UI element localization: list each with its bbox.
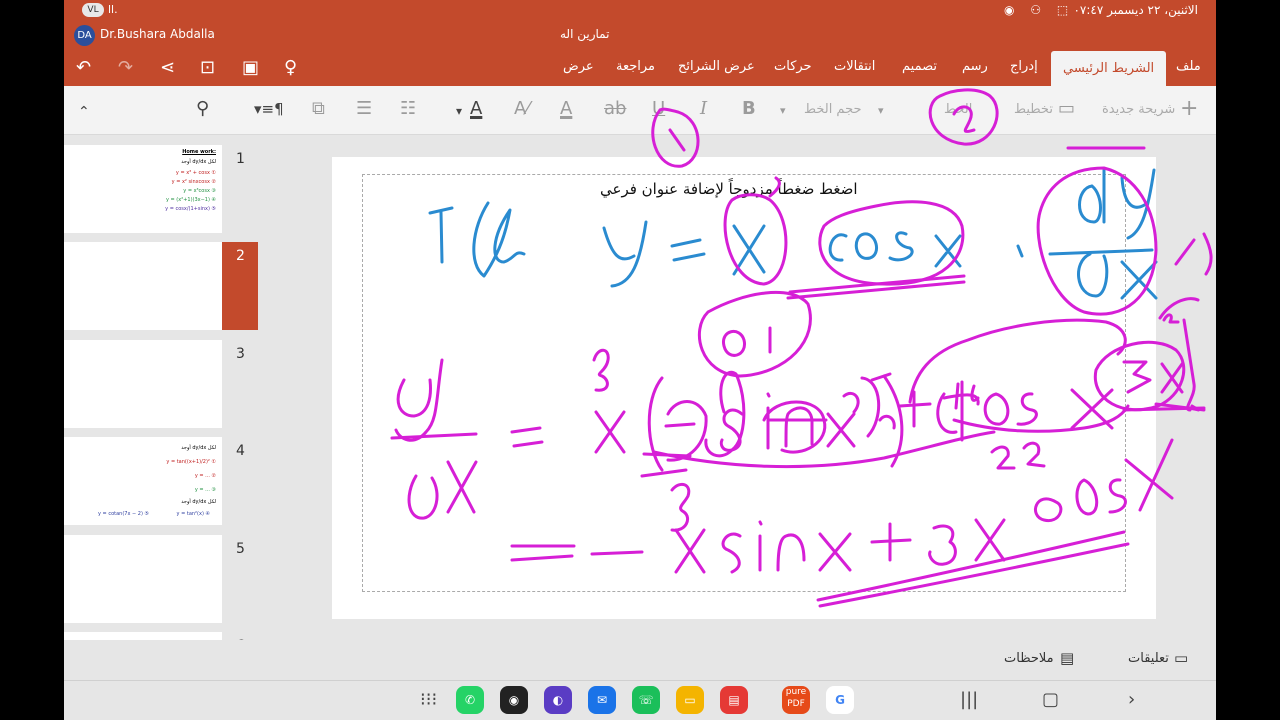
tab-review[interactable]: مراجعة bbox=[616, 59, 655, 74]
browser-icon[interactable]: ◐ bbox=[544, 686, 572, 714]
tab-animations[interactable]: حركات bbox=[774, 59, 812, 74]
title-bar: DA Dr.Bushara Abdalla تمارين اله bbox=[64, 22, 1216, 48]
status-bar: VL ll. ◉ ⚇ ⬚ الاثنين، ٢٢ ديسمبر ٠٧:٤٧ bbox=[64, 0, 1216, 22]
font-size-field[interactable]: حجم الخط bbox=[804, 102, 862, 117]
avatar[interactable]: DA bbox=[74, 25, 95, 46]
slide-thumbnail-4[interactable]: أوجد dy/dx لكل y = tan((x+1)/2)² ① y = .… bbox=[64, 437, 222, 525]
home-icon[interactable]: ▢ bbox=[1042, 689, 1059, 710]
font-name-field[interactable]: الخط bbox=[944, 102, 972, 117]
slide-thumbnails-panel: Home work: أوجد dy/dx لكل y = x³ + cosx … bbox=[64, 135, 272, 680]
slide-number: 5 bbox=[236, 541, 245, 557]
slide-canvas[interactable] bbox=[332, 157, 1156, 619]
layout-button[interactable]: تخطيط bbox=[1014, 102, 1053, 117]
thumb-text: أوجد dy/dx لكل bbox=[181, 159, 216, 165]
thumb-text: أوجد dy/dx لكل bbox=[181, 499, 216, 505]
slide-thumbnail-2[interactable] bbox=[64, 242, 222, 330]
thumb-text: y = x² sinxcosx ② bbox=[171, 179, 216, 185]
paragraph-icon[interactable]: ▾≡¶ bbox=[254, 100, 284, 118]
thumb-text: y = cotan(7x − 2) ⑤ bbox=[98, 511, 149, 517]
strikethrough-button[interactable]: ab bbox=[604, 98, 626, 119]
apps-grid-icon[interactable]: ⁝⁝⁝ bbox=[420, 689, 437, 710]
highlight-button[interactable]: A bbox=[560, 98, 572, 119]
tab-draw[interactable]: رسم bbox=[962, 59, 988, 74]
thumb-text: Home work: bbox=[182, 149, 216, 155]
font-color-dropdown-icon[interactable]: ▾ bbox=[456, 104, 462, 118]
tab-view[interactable]: عرض bbox=[563, 59, 594, 74]
new-slide-button[interactable]: شريحة جديدة bbox=[1102, 102, 1175, 117]
subtitle-placeholder-box[interactable] bbox=[362, 174, 1126, 592]
notes-button[interactable]: ملاحظات bbox=[1004, 651, 1054, 666]
slide-number: 4 bbox=[236, 443, 245, 459]
thumb-text: y = (x²+1)(3x−1) ④ bbox=[165, 197, 216, 203]
shapes-icon[interactable]: ⧉ bbox=[312, 98, 325, 119]
camera-icon[interactable]: ◉ bbox=[500, 686, 528, 714]
slide-thumbnail-3[interactable] bbox=[64, 340, 222, 428]
comment-icon[interactable]: ▭ bbox=[1174, 649, 1188, 667]
system-icons: ◉ ⚇ ⬚ bbox=[1004, 3, 1075, 17]
thumb-text: أوجد dy/dx لكل bbox=[181, 445, 216, 451]
thumb-text: y = tan((x+1)/2)² ① bbox=[166, 459, 216, 465]
thumb-text: y = ... ② bbox=[194, 473, 216, 479]
tab-file[interactable]: ملف bbox=[1176, 59, 1201, 74]
slide-number: 3 bbox=[236, 346, 245, 362]
thumb-text: y = tan²(x) ④ bbox=[176, 511, 210, 517]
thumb-text: y = cosx/(1+sinx) ⑤ bbox=[165, 206, 216, 212]
bold-button[interactable]: B bbox=[742, 98, 756, 119]
signal-icon: ll. bbox=[108, 3, 118, 16]
plus-icon[interactable]: + bbox=[1180, 96, 1198, 121]
tab-transitions[interactable]: انتقالات bbox=[834, 59, 875, 74]
font-dropdown-icon[interactable]: ▾ bbox=[878, 104, 884, 117]
phone-icon[interactable]: ☏ bbox=[632, 686, 660, 714]
lightbulb-icon[interactable]: ♀ bbox=[284, 57, 297, 78]
thumb-text: y = x³ + cosx ① bbox=[175, 170, 216, 176]
recents-icon[interactable]: ||| bbox=[960, 689, 978, 710]
thumb-text: y = x³cosx ③ bbox=[183, 188, 216, 194]
bullets-icon[interactable]: ☷ bbox=[400, 98, 416, 119]
clock: الاثنين، ٢٢ ديسمبر ٠٧:٤٧ bbox=[1073, 3, 1198, 17]
layout-icon[interactable]: ▭ bbox=[1058, 98, 1075, 119]
search-icon[interactable]: ⚲ bbox=[196, 98, 209, 119]
tab-design[interactable]: تصميم bbox=[902, 59, 937, 74]
office-icon[interactable]: ▤ bbox=[720, 686, 748, 714]
font-color-button[interactable]: A bbox=[470, 98, 482, 119]
collapse-chevron-icon[interactable]: ⌃ bbox=[78, 104, 90, 120]
thumb-text: y = ... ③ bbox=[194, 487, 216, 493]
whatsapp-icon[interactable]: ✆ bbox=[456, 686, 484, 714]
slide-thumbnail-5[interactable] bbox=[64, 535, 222, 623]
document-title[interactable]: تمارين اله bbox=[560, 27, 609, 41]
app-window: VL ll. ◉ ⚇ ⬚ الاثنين، ٢٢ ديسمبر ٠٧:٤٧ DA… bbox=[64, 0, 1216, 720]
notes-bar: ملاحظات ▤ تعليقات ▭ bbox=[64, 640, 1216, 680]
align-icon[interactable]: ☰ bbox=[356, 98, 372, 119]
files-icon[interactable]: ▭ bbox=[676, 686, 704, 714]
slide-number: 2 bbox=[236, 248, 245, 264]
back-icon[interactable]: › bbox=[1128, 689, 1135, 710]
font-size-dropdown-icon[interactable]: ▾ bbox=[780, 104, 786, 117]
underline-button[interactable]: U bbox=[652, 98, 665, 119]
redo-icon[interactable]: ↷ bbox=[118, 57, 133, 78]
save-icon[interactable]: ▣ bbox=[242, 57, 259, 78]
tab-insert[interactable]: إدراج bbox=[1010, 59, 1038, 74]
undo-icon[interactable]: ↶ bbox=[76, 57, 91, 78]
notes-icon[interactable]: ▤ bbox=[1060, 649, 1074, 667]
pure-pdf-icon[interactable]: pure PDF bbox=[782, 686, 810, 714]
user-name[interactable]: Dr.Bushara Abdalla bbox=[100, 27, 215, 41]
toolbar: ⌃ ⚲ ▾≡¶ ⧉ ☰ ☷ ▾ A A⁄ A ab U I B ▾ حجم ال… bbox=[64, 86, 1216, 135]
status-badge: VL bbox=[82, 3, 104, 17]
messages-icon[interactable]: ✉ bbox=[588, 686, 616, 714]
share-icon[interactable]: ⋖ bbox=[160, 57, 175, 78]
slide-number: 1 bbox=[236, 151, 245, 167]
slide-thumbnail-1[interactable]: Home work: أوجد dy/dx لكل y = x³ + cosx … bbox=[64, 145, 222, 233]
ribbon-tabs: ↶ ↷ ⋖ ⊡ ▣ ♀ ملف الشريط الرئيسي إدراج رسم… bbox=[64, 48, 1216, 86]
subtitle-placeholder[interactable]: اضغط ضغطاً مزدوجاً لإضافة عنوان فرعي bbox=[600, 180, 858, 198]
italic-button[interactable]: I bbox=[700, 98, 707, 119]
comments-button[interactable]: تعليقات bbox=[1128, 651, 1169, 666]
clear-format-icon[interactable]: A⁄ bbox=[514, 98, 529, 119]
android-nav-bar: ⁝⁝⁝ ✆ ◉ ◐ ✉ ☏ ▭ ▤ pure PDF G ||| ▢ › bbox=[64, 680, 1216, 720]
present-icon[interactable]: ⊡ bbox=[200, 57, 215, 78]
google-icon[interactable]: G bbox=[826, 686, 854, 714]
tab-slideshow[interactable]: عرض الشرائح bbox=[678, 59, 755, 74]
tab-home[interactable]: الشريط الرئيسي bbox=[1051, 51, 1167, 86]
